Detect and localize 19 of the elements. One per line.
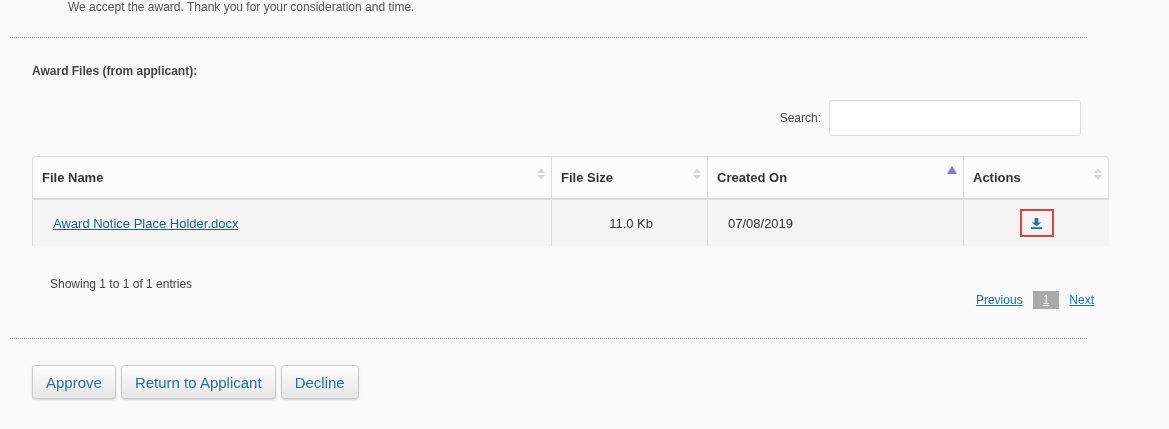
table-cell: 07/08/2019 bbox=[707, 200, 963, 246]
table-cell: 11.0 Kb bbox=[551, 200, 707, 246]
search-field[interactable] bbox=[829, 100, 1081, 136]
column-header[interactable]: File Size bbox=[551, 156, 707, 200]
action-button[interactable]: Approve bbox=[32, 365, 116, 399]
download-button[interactable] bbox=[1019, 209, 1054, 237]
download-icon bbox=[1030, 216, 1043, 230]
search-label: Search: bbox=[779, 111, 821, 125]
message-text: We accept the award. Thank you for your consideration and time. bbox=[67, 0, 416, 15]
next-link[interactable]: Next bbox=[1069, 293, 1094, 307]
action-button[interactable]: Return to Applicant bbox=[120, 365, 276, 399]
entries-info: Showing 1 to 1 of 1 entries bbox=[50, 277, 193, 293]
previous-link[interactable]: Previous bbox=[975, 293, 1023, 307]
section-title: Award Files (from applicant): bbox=[32, 64, 199, 78]
file-link[interactable]: Award Notice Place Holder.docx bbox=[53, 215, 239, 231]
action-button[interactable]: Decline bbox=[280, 365, 359, 399]
column-header[interactable]: Actions bbox=[963, 156, 1109, 200]
column-header[interactable]: File Name bbox=[32, 156, 551, 200]
column-header[interactable]: Created On bbox=[707, 156, 963, 200]
